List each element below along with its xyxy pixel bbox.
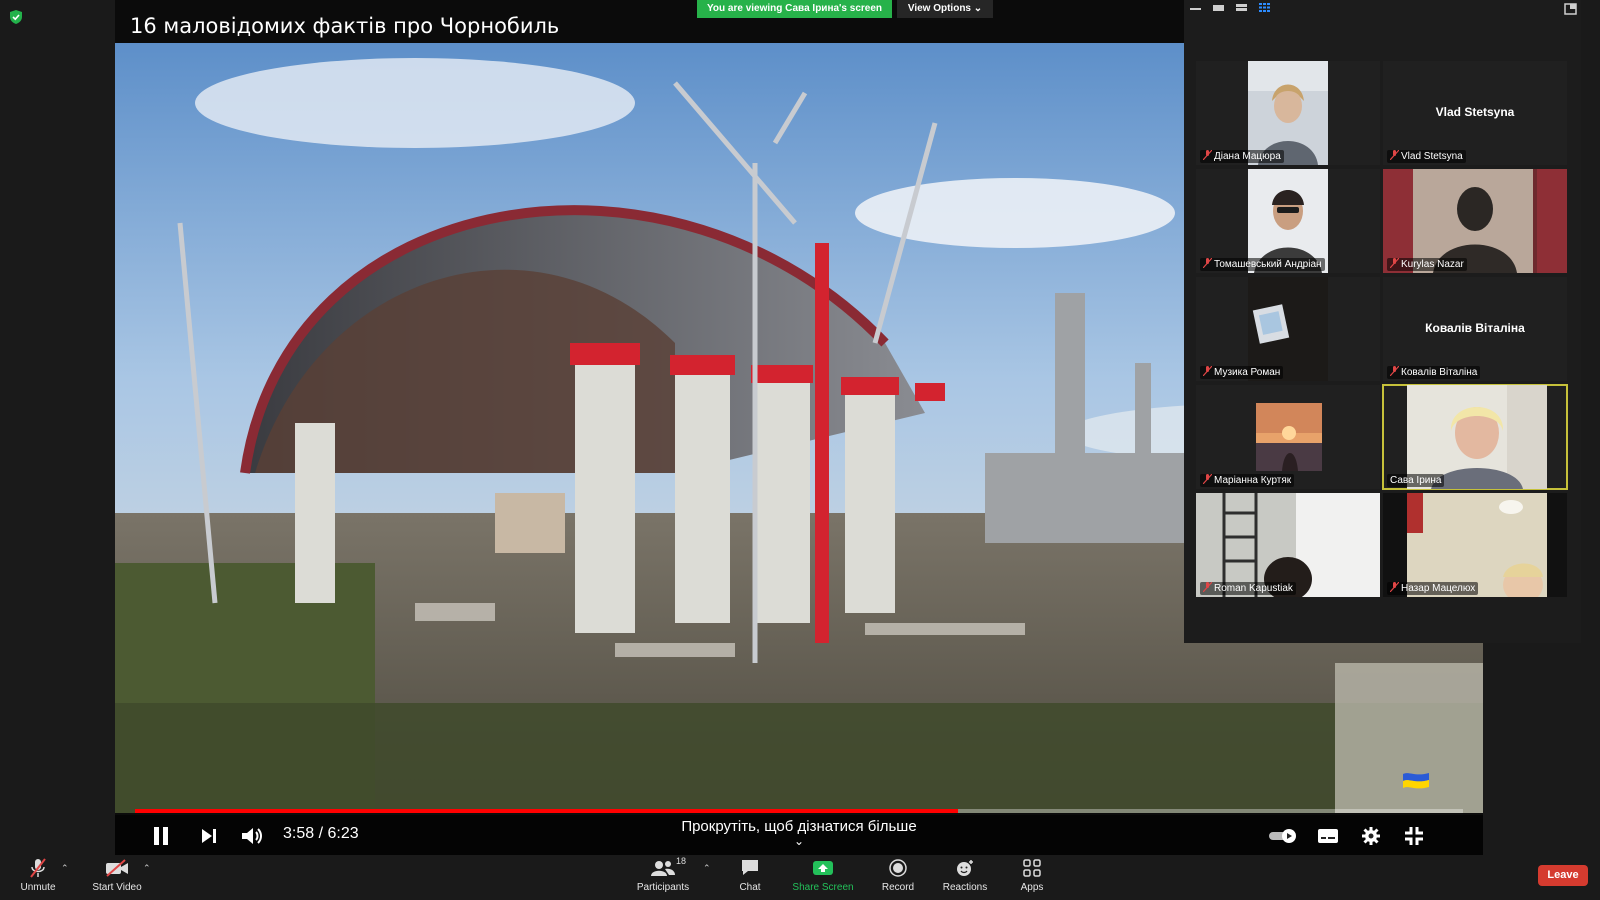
popout-icon[interactable]: [1564, 3, 1577, 15]
participant-name: Roman Kapustiak: [1200, 582, 1296, 595]
apps-label: Apps: [1020, 882, 1044, 893]
muted-mic-icon: [1203, 366, 1212, 376]
participant-tile[interactable]: Діана Мацюра: [1196, 61, 1380, 165]
gallery-view-controls: [1184, 0, 1581, 24]
speaker-strip-icon[interactable]: [1213, 3, 1224, 12]
record-icon: [889, 859, 907, 877]
participant-tile[interactable]: Музика Роман: [1196, 277, 1380, 381]
smiley-plus-icon: [957, 860, 973, 876]
participants-label: Participants: [636, 882, 690, 893]
participants-icon: [651, 861, 675, 876]
record-label: Record: [881, 882, 915, 893]
meeting-toolbar: Unmute ⌃ Start Video ⌃ 18 Participants ⌃…: [0, 855, 1600, 900]
apps-button[interactable]: Apps: [1013, 858, 1051, 893]
participant-tile[interactable]: Маріанна Куртяк: [1196, 385, 1380, 489]
grid-view-icon[interactable]: [1259, 3, 1270, 12]
participant-name: Діана Мацюра: [1200, 150, 1284, 163]
video-progress-fill: [135, 809, 959, 813]
share-screen-label: Share Screen: [792, 882, 854, 893]
settings-button[interactable]: [1358, 823, 1384, 849]
participant-name: Томашевський Андріан: [1200, 258, 1325, 271]
audio-options-caret-icon[interactable]: ⌃: [61, 863, 69, 874]
video-off-icon: [106, 859, 128, 877]
shield-check-icon[interactable]: [8, 9, 24, 25]
start-video-label: Start Video: [92, 882, 142, 893]
participant-name: Сава Ірина: [1387, 474, 1445, 487]
participants-options-caret-icon[interactable]: ⌃: [703, 863, 711, 874]
subtitles-icon: [1318, 829, 1338, 843]
start-video-button[interactable]: Start Video: [88, 858, 146, 893]
muted-mic-icon: [1390, 366, 1399, 376]
participants-button[interactable]: 18 Participants: [636, 856, 690, 893]
apps-icon: [1023, 859, 1041, 877]
viewing-screen-banner: You are viewing Сава Ірина's screen: [697, 0, 892, 18]
fullscreen-exit-icon: [1405, 827, 1423, 845]
muted-mic-icon: [1203, 258, 1212, 268]
video-title: 16 маловідомих фактів про Чорнобиль: [130, 14, 560, 38]
participant-name: Музика Роман: [1200, 366, 1284, 379]
participant-tile[interactable]: Vlad Stetsyna Vlad Stetsyna: [1383, 61, 1567, 165]
participant-tile[interactable]: Ковалів Віталіна Ковалів Віталіна: [1383, 277, 1567, 381]
participant-name-placeholder: Vlad Stetsyna: [1435, 105, 1515, 119]
participant-name: Ковалів Віталіна: [1387, 366, 1481, 379]
chat-button[interactable]: Chat: [730, 858, 770, 893]
share-screen-icon: [813, 861, 833, 875]
participant-name-placeholder: Ковалів Віталіна: [1425, 321, 1525, 335]
participant-name: Маріанна Куртяк: [1200, 474, 1295, 487]
record-button[interactable]: Record: [878, 858, 918, 893]
muted-mic-icon: [1203, 150, 1212, 160]
chat-icon: [742, 860, 758, 875]
muted-mic-icon: [30, 858, 46, 878]
reactions-button[interactable]: Reactions: [941, 858, 989, 893]
muted-mic-icon: [1390, 582, 1399, 592]
participant-tile[interactable]: Kurylas Nazar: [1383, 169, 1567, 273]
autoplay-toggle-icon: [1269, 829, 1296, 843]
minimize-icon[interactable]: [1190, 3, 1201, 12]
muted-mic-icon: [1203, 582, 1212, 592]
active-speaker-tile[interactable]: Сава Ірина: [1382, 384, 1568, 490]
video-progress-bar[interactable]: [135, 809, 1463, 813]
participants-count: 18: [676, 856, 687, 866]
view-options-button[interactable]: View Options ⌄: [897, 0, 993, 18]
video-player-controls: 3:58 / 6:23 Прокрутіть, щоб дізнатися бі…: [115, 815, 1483, 855]
subtitles-button[interactable]: [1315, 823, 1341, 849]
muted-mic-icon: [1390, 258, 1399, 268]
video-options-caret-icon[interactable]: ⌃: [143, 863, 151, 874]
muted-mic-icon: [1203, 474, 1212, 484]
participant-video: [1256, 403, 1322, 471]
list-view-icon[interactable]: [1236, 3, 1247, 12]
participant-tile[interactable]: Томашевський Андріан: [1196, 169, 1380, 273]
participant-tile[interactable]: Назар Мацелюх: [1383, 493, 1567, 597]
autoplay-toggle[interactable]: [1267, 823, 1299, 849]
ukraine-flag-icon: [1403, 773, 1429, 789]
gear-icon: [1362, 827, 1380, 845]
participant-tile[interactable]: Roman Kapustiak: [1196, 493, 1380, 597]
unmute-button[interactable]: Unmute: [18, 858, 58, 893]
fullscreen-exit-button[interactable]: [1401, 823, 1427, 849]
chat-label: Chat: [739, 882, 761, 893]
unmute-label: Unmute: [20, 882, 56, 893]
muted-mic-icon: [1390, 150, 1399, 160]
leave-button[interactable]: Leave: [1538, 865, 1588, 886]
participant-name: Назар Мацелюх: [1387, 582, 1479, 595]
reactions-label: Reactions: [942, 882, 988, 893]
participant-gallery: Діана Мацюра Vlad Stetsyna Vlad Stetsyna…: [1184, 0, 1581, 643]
share-screen-button[interactable]: Share Screen: [791, 858, 855, 893]
